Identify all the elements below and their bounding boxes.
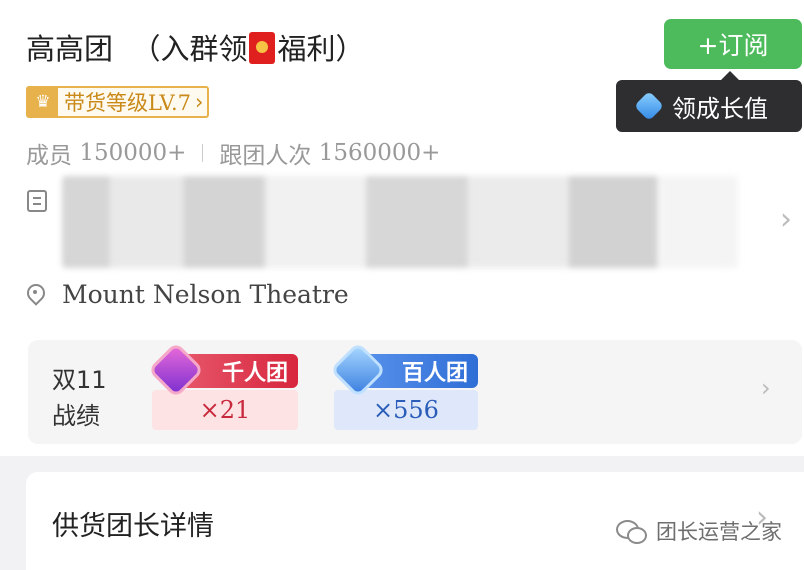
honor-count: ×556 [334, 390, 478, 430]
blurred-description[interactable] [62, 176, 738, 268]
honor-badge-hundred: ×556 百人团 [329, 341, 478, 430]
location-pin-icon [26, 284, 46, 306]
chevron-right-icon[interactable]: › [780, 202, 792, 237]
level-label: 带货等级LV.7 [64, 91, 191, 115]
honor-badge-thousand: ×21 千人团 [147, 341, 298, 430]
level-arrow: › [194, 90, 204, 114]
stats-divider [202, 144, 204, 162]
sales-level-badge[interactable]: ♛ 带货等级LV.7 › [26, 86, 210, 118]
group-header-card: 高高团 （入群领 福利） +订阅 领成长值 ♛ 带货等级LV.7 › 成员 150… [0, 0, 804, 456]
watermark: 团长运营之家 [616, 516, 782, 546]
wechat-icon [616, 520, 647, 544]
followers-label: 跟团人次 [219, 143, 312, 169]
crown-icon: ♛ [28, 88, 58, 116]
followers-value: 1560000+ [318, 140, 441, 166]
document-icon [27, 190, 47, 212]
chevron-right-icon[interactable]: › [761, 374, 771, 402]
group-title: 高高团 （入群领 福利） [26, 26, 364, 68]
watermark-text: 团长运营之家 [656, 520, 782, 544]
double11-honors[interactable]: 双11 战绩 ×21 千人团 ×556 百人团 › [28, 340, 802, 444]
group-title-suffix: 福利） [277, 32, 365, 66]
members-label: 成员 [26, 143, 72, 169]
red-packet-icon [249, 32, 276, 64]
location-name[interactable]: Mount Nelson Theatre [62, 280, 349, 309]
members-value: 150000+ [79, 140, 187, 166]
group-title-prefix: （入群领 [131, 32, 248, 66]
supplier-detail-title: 供货团长详情 [52, 511, 214, 542]
subscribe-button[interactable]: +订阅 [664, 19, 802, 69]
group-name: 高高团 [26, 32, 114, 66]
tooltip-label: 领成长值 [672, 94, 768, 123]
honor-count: ×21 [152, 390, 298, 430]
gem-icon [633, 90, 665, 122]
group-stats: 成员 150000+ 跟团人次 1560000+ [26, 136, 440, 170]
honor-record-label: 战绩 [52, 402, 100, 430]
honor-event-label: 双11 [52, 366, 107, 394]
growth-value-tooltip[interactable]: 领成长值 [616, 71, 802, 132]
